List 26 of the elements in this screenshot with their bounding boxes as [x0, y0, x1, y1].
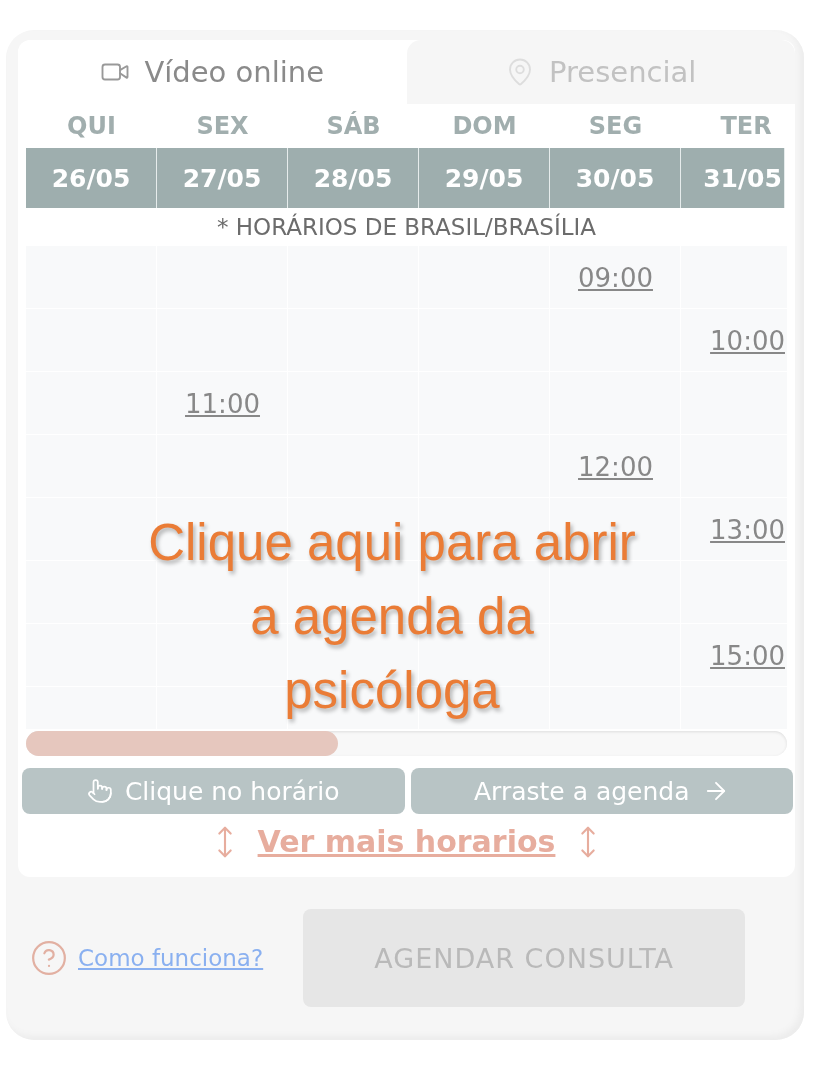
scroll-thumb[interactable]	[26, 731, 338, 756]
help-icon	[30, 939, 68, 977]
scroll-track[interactable]	[26, 731, 787, 756]
date-header: 30/05	[550, 148, 681, 208]
date-header: 31/05	[681, 148, 785, 208]
time-slot-link[interactable]: 12:00	[578, 451, 653, 482]
time-slot-link[interactable]: 11:00	[185, 388, 260, 419]
weekday-label: TER	[719, 111, 773, 142]
more-times-link[interactable]: Ver mais horarios	[257, 824, 556, 859]
annotation-text: Clique aqui para abrir a agenda da psicóloga	[147, 513, 637, 721]
weekday-label: SEX	[195, 111, 250, 142]
time-slot-link[interactable]: 09:00	[578, 262, 653, 293]
date-header: 28/05	[288, 148, 419, 208]
weekday-label: SÁB	[325, 110, 382, 142]
date-header: 27/05	[157, 148, 288, 208]
time-slot-link[interactable]: 13:00	[710, 514, 785, 545]
pointer-hand-icon	[86, 778, 113, 804]
weekday-label: QUI	[66, 111, 117, 142]
date-header: 29/05	[419, 148, 550, 208]
date-header: 26/05	[26, 148, 157, 208]
timezone-note: * HORÁRIOS DE BRASIL/BRASÍLIA	[215, 212, 598, 242]
weekday-label: SEG	[587, 111, 644, 142]
time-slot-link[interactable]: 10:00	[710, 325, 785, 356]
time-slot-link[interactable]: 15:00	[710, 640, 785, 671]
how-it-works-link[interactable]: Como funciona?	[78, 945, 264, 971]
weekday-label: DOM	[451, 111, 518, 142]
